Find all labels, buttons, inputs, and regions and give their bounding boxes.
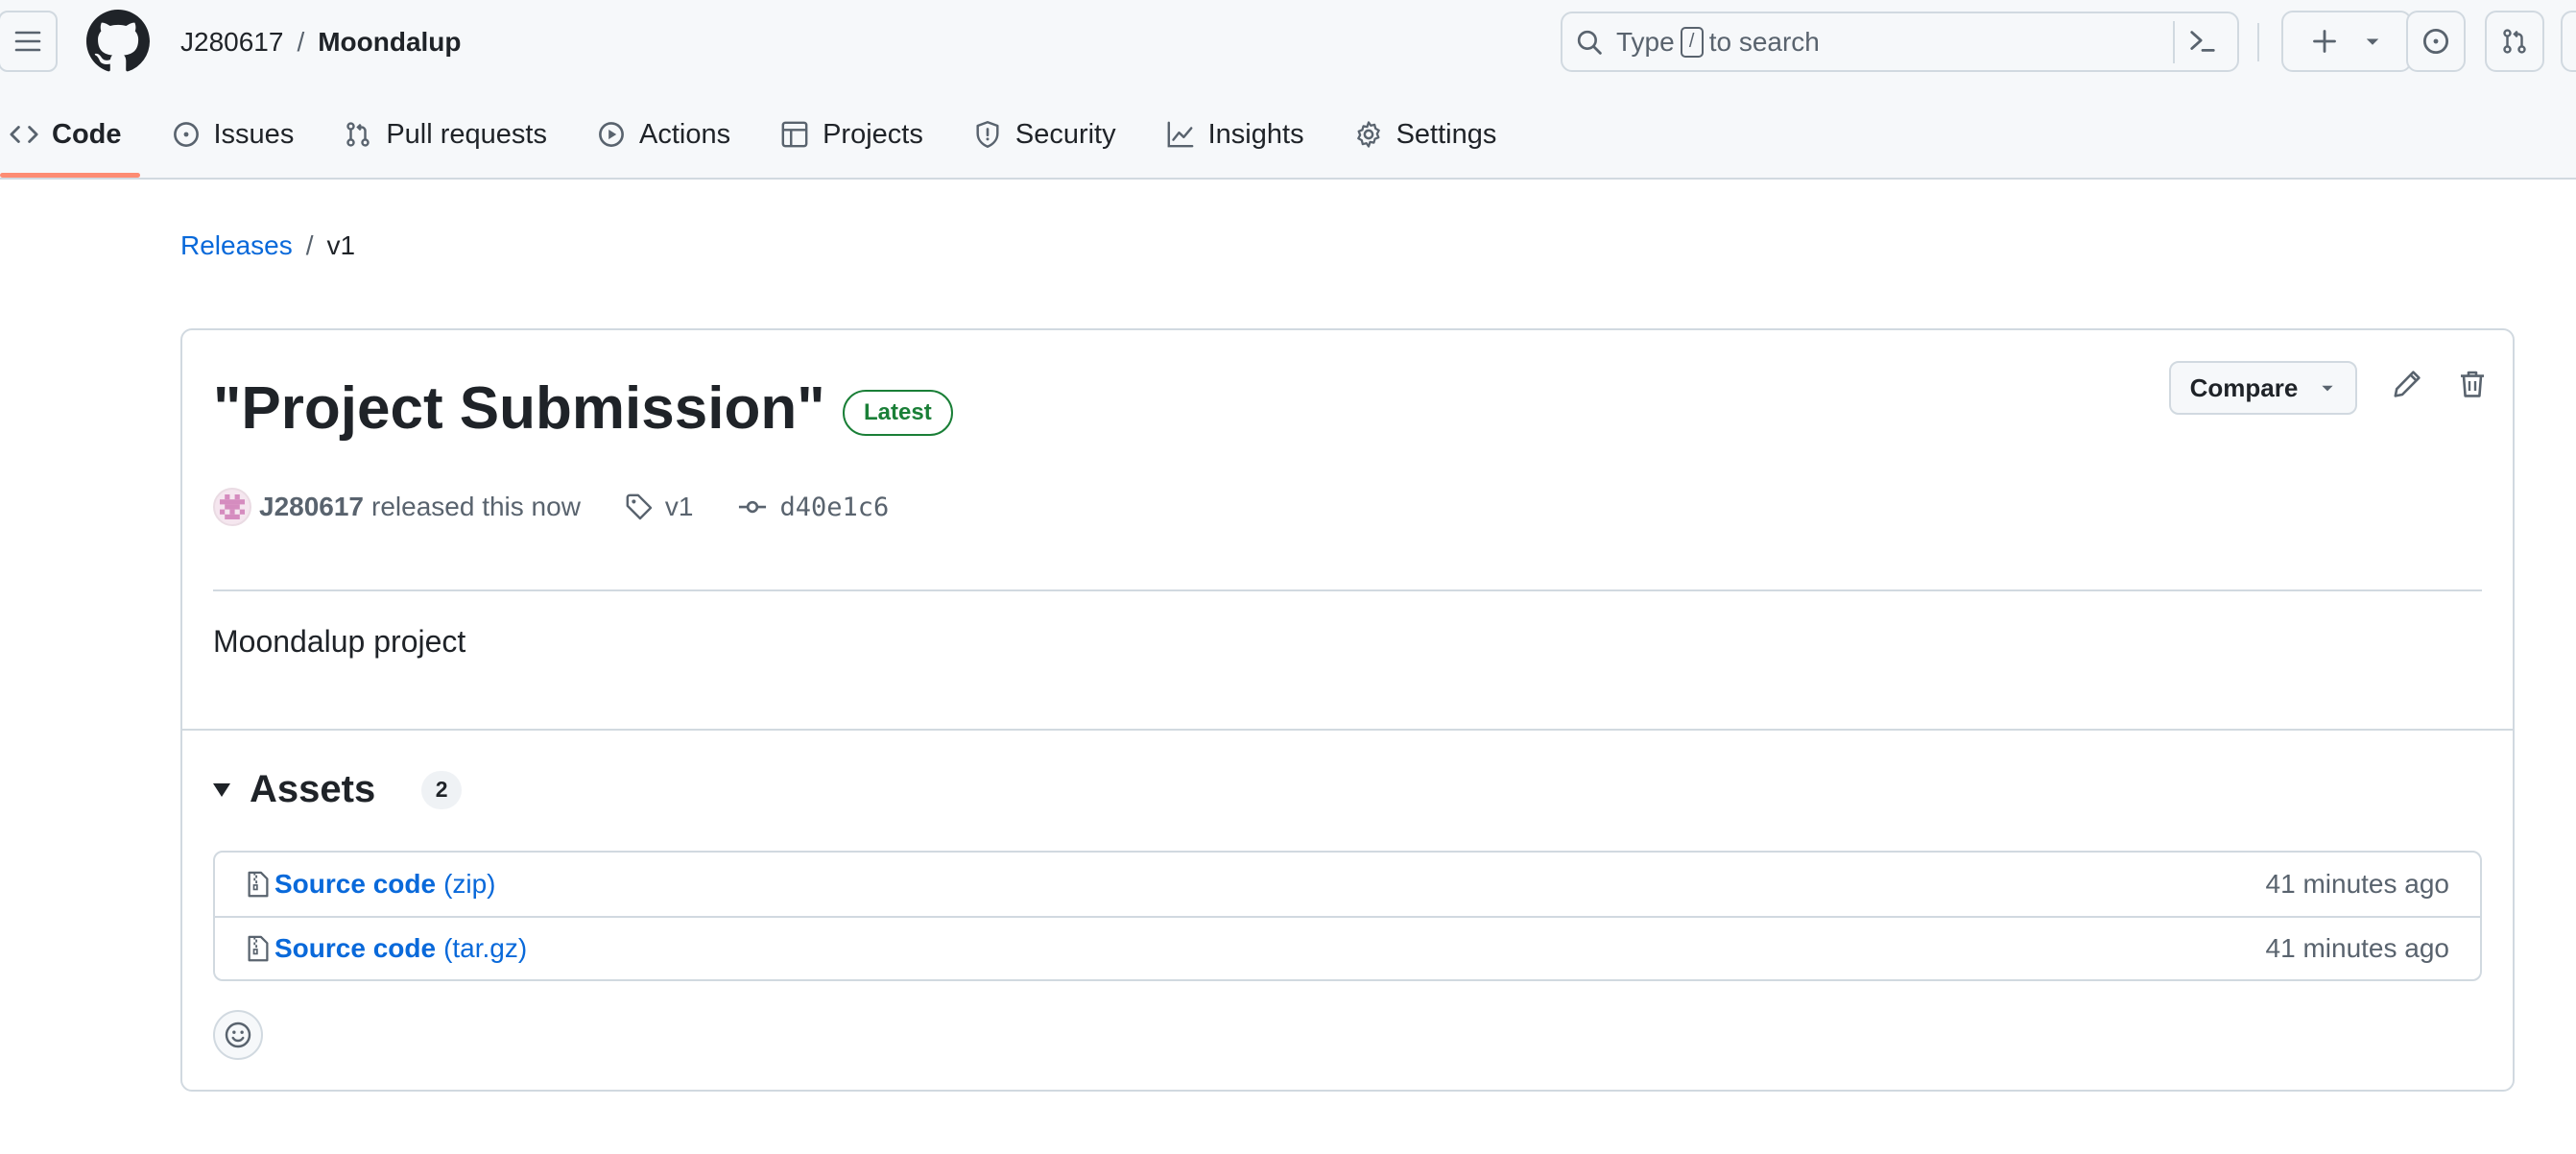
tab-label: Settings	[1395, 118, 1497, 150]
repo-path: J280617 / Moondalup	[180, 23, 462, 61]
caret-down-icon	[213, 782, 230, 797]
release-title: "Project Submission"	[213, 375, 825, 442]
table-icon	[780, 120, 809, 149]
tab-security[interactable]: Security	[960, 108, 1130, 161]
code-icon	[10, 120, 38, 149]
assets-toggle[interactable]: Assets 2	[213, 768, 463, 811]
pencil-icon[interactable]	[2392, 369, 2422, 404]
tab-label: Security	[1014, 118, 1116, 150]
issue-icon	[172, 120, 201, 149]
issue-opened-icon	[2422, 28, 2449, 55]
tag-icon	[626, 493, 653, 520]
file-zip-icon	[244, 870, 273, 899]
commit-sha: d40e1c6	[779, 492, 890, 522]
smiley-icon	[225, 1022, 251, 1048]
search-input[interactable]: Type / to search	[1561, 12, 2239, 72]
triangle-down-icon	[2366, 38, 2379, 45]
triangle-down-icon	[2322, 385, 2333, 392]
tab-insights[interactable]: Insights	[1153, 108, 1318, 161]
avatar[interactable]	[213, 488, 251, 526]
hamburger-icon	[14, 31, 41, 52]
trash-icon[interactable]	[2457, 369, 2488, 404]
asset-format[interactable]: (zip)	[443, 869, 495, 900]
assets-count-badge: 2	[421, 770, 463, 809]
tag-link[interactable]: v1	[625, 492, 694, 522]
header-divider	[2257, 23, 2259, 61]
assets-list: Source code (zip) 41 minutes ago Source …	[213, 851, 2482, 981]
breadcrumb-releases-link[interactable]: Releases	[180, 230, 293, 261]
create-new-button[interactable]	[2281, 11, 2412, 72]
active-tab-indicator	[0, 173, 140, 178]
asset-timestamp: 41 minutes ago	[2265, 869, 2449, 899]
asset-download-link[interactable]: Source code	[274, 869, 436, 900]
release-author-link[interactable]: J280617	[259, 492, 364, 522]
pull-requests-header-button[interactable]	[2485, 11, 2544, 72]
issues-header-button[interactable]	[2406, 11, 2466, 72]
tab-actions[interactable]: Actions	[584, 108, 744, 161]
search-divider	[2173, 21, 2175, 63]
repo-owner-link[interactable]: J280617	[180, 23, 283, 61]
compare-button[interactable]: Compare	[2169, 361, 2357, 415]
breadcrumb-current: v1	[326, 230, 356, 260]
add-reaction-button[interactable]	[213, 1010, 263, 1060]
repo-name-link[interactable]: Moondalup	[318, 23, 461, 61]
tab-issues[interactable]: Issues	[158, 108, 308, 161]
tab-label: Projects	[823, 118, 923, 150]
breadcrumb: Releases / v1	[180, 230, 355, 261]
commit-link[interactable]: d40e1c6	[738, 492, 890, 522]
git-commit-icon	[738, 500, 766, 514]
shield-icon	[973, 120, 1002, 149]
plus-icon	[2313, 30, 2336, 53]
search-icon	[1576, 29, 1603, 56]
release-card: "Project Submission" Latest Compare J280…	[180, 328, 2515, 1092]
tab-label: Pull requests	[386, 118, 547, 150]
tab-label: Code	[52, 118, 122, 150]
tab-settings[interactable]: Settings	[1341, 108, 1511, 161]
repo-tabs: Code Issues Pull requests Actions Projec…	[0, 108, 1510, 180]
pull-request-icon	[344, 120, 372, 149]
assets-label: Assets	[250, 768, 376, 810]
asset-timestamp: 41 minutes ago	[2265, 933, 2449, 963]
identicon-icon	[220, 494, 245, 519]
command-palette-icon[interactable]	[2188, 27, 2217, 56]
compare-label: Compare	[2189, 373, 2299, 402]
latest-badge: Latest	[843, 390, 953, 436]
assets-divider	[182, 729, 2513, 731]
asset-row: Source code (zip) 41 minutes ago	[215, 853, 2480, 916]
search-shortcut-key: /	[1680, 26, 1704, 58]
graph-icon	[1166, 120, 1195, 149]
tab-pull-requests[interactable]: Pull requests	[330, 108, 561, 161]
gear-icon	[1354, 120, 1383, 149]
tab-code[interactable]: Code	[0, 108, 135, 161]
tab-label: Issues	[213, 118, 295, 150]
play-icon	[597, 120, 626, 149]
breadcrumb-separator: /	[305, 230, 314, 260]
asset-download-link[interactable]: Source code	[274, 933, 436, 964]
released-text: released this now	[371, 492, 581, 521]
github-logo-icon[interactable]	[86, 10, 150, 73]
tab-label: Insights	[1207, 118, 1304, 150]
release-body: Moondalup project	[213, 624, 466, 659]
tab-label: Actions	[638, 118, 731, 150]
search-prefix-text: Type	[1616, 26, 1675, 57]
search-suffix-text: to search	[1708, 26, 1820, 57]
asset-format[interactable]: (tar.gz)	[443, 933, 527, 964]
git-pull-request-icon	[2503, 29, 2526, 54]
menu-button[interactable]	[0, 11, 58, 72]
repo-path-separator: /	[297, 27, 305, 57]
tag-name: v1	[664, 492, 694, 521]
header-overflow-button[interactable]	[2561, 11, 2576, 72]
release-meta: J280617 released this now v1 d40e1c6	[213, 486, 889, 528]
file-zip-icon	[244, 934, 273, 963]
release-divider	[213, 589, 2482, 591]
tab-projects[interactable]: Projects	[767, 108, 937, 161]
asset-row: Source code (tar.gz) 41 minutes ago	[215, 916, 2480, 979]
app-header: J280617 / Moondalup Type / to search Cod…	[0, 0, 2576, 180]
